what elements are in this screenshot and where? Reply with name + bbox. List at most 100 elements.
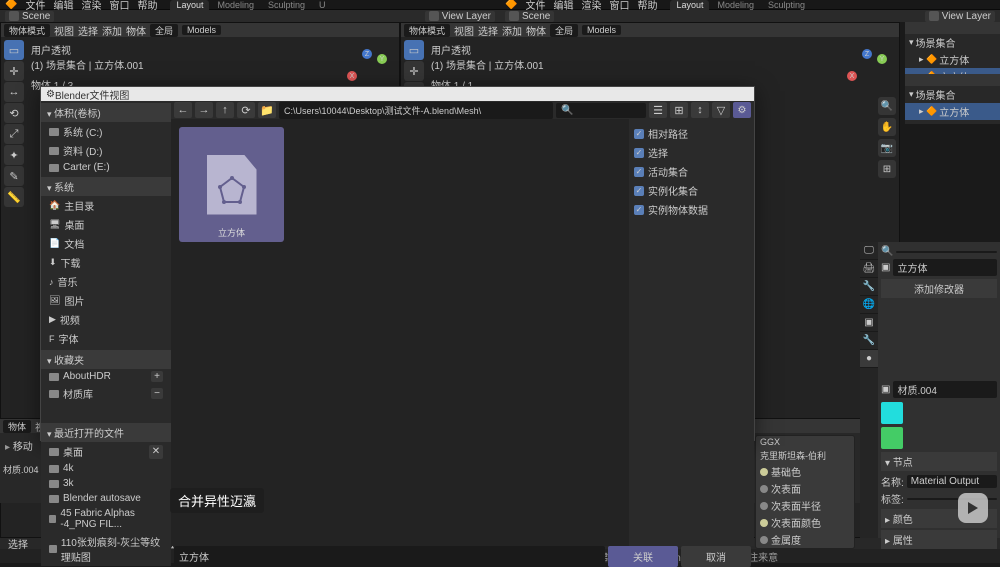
volumes-hd[interactable]: ▾ 体积(卷标) [41,103,171,122]
view-list[interactable]: ☰ [649,102,667,118]
sys-vid[interactable]: ▶ 视频 [41,310,171,329]
settings-btn[interactable]: ⚙ [733,102,751,118]
sys-music[interactable]: ♪ 音乐 [41,272,171,291]
models-dd[interactable]: Models [182,25,221,35]
scene-selector-2[interactable]: Scene [505,11,554,22]
tab-modeling-2[interactable]: Modeling [711,0,760,10]
tool-transform[interactable]: ✦ [4,145,24,165]
new-folder[interactable]: 📁 [258,102,276,118]
view-thumb[interactable]: ⊞ [670,102,688,118]
models-dd-2[interactable]: Models [582,25,621,35]
tool-cursor[interactable]: ✛ [4,61,24,81]
outliner-scene[interactable]: ▾ 场景集合 [905,34,1000,51]
tool-rotate[interactable]: ⟲ [4,103,24,123]
fav-mat[interactable]: 材质库− [41,384,171,403]
prop-tab-render[interactable]: 🖵 [860,242,878,260]
tool-move[interactable]: ↔ [4,82,24,102]
attr-section[interactable]: ▸ 属性 [881,530,997,549]
filter-btn[interactable]: ▽ [712,102,730,118]
recent-2[interactable]: 3k [41,476,171,491]
opt-active[interactable]: ✓ [634,167,644,177]
drive-d[interactable]: 资料 (D:) [41,141,171,160]
grid-icon[interactable]: ⊞ [878,160,896,178]
recent-0[interactable]: 桌面✕ [41,442,171,461]
nav-gizmo[interactable]: X Y Z [347,49,387,89]
tool-select-2[interactable]: ▭ [404,40,424,60]
fav-hd[interactable]: ▾ 收藏夹 [41,350,171,369]
sys-docs[interactable]: 📄 文档 [41,234,171,253]
vp-menu-object-2[interactable]: 物体 [526,23,546,38]
mat-preview-2[interactable] [881,427,903,449]
outliner-item[interactable]: ▸ 🔶 立方体 [905,51,1000,68]
camera-icon[interactable]: 📷 [878,139,896,157]
viewlayer-selector-2[interactable]: View Layer [925,11,995,22]
vp-menu-select[interactable]: 选择 [78,23,98,38]
system-hd[interactable]: ▾ 系统 [41,177,171,196]
sys-desktop[interactable]: 🖥 桌面 [41,215,171,234]
search-field[interactable] [896,251,997,253]
tool-cursor-2[interactable]: ✛ [404,61,424,81]
nav-back[interactable]: ← [174,102,192,118]
recent-hd[interactable]: ▾ 最近打开的文件 [41,423,171,442]
viewlayer-selector[interactable]: View Layer [425,11,495,22]
node-mode[interactable]: 物体 [3,420,31,433]
vp-menu-view-2[interactable]: 视图 [454,23,474,38]
tab-uv[interactable]: U [313,0,332,10]
tab-layout[interactable]: Layout [170,0,209,10]
nodes-section[interactable]: ▾ 节点 [881,452,997,471]
search-field[interactable]: 🔍 [556,103,646,118]
mat-name-field[interactable]: 材质.004 [893,381,997,398]
vp-menu-view[interactable]: 视图 [54,23,74,38]
mat-preview-1[interactable] [881,402,903,424]
orientation[interactable]: 全局 [150,24,178,37]
tab-sculpting[interactable]: Sculpting [262,0,311,10]
prop-tab-output[interactable]: 🖨 [860,260,878,278]
vp-menu-add[interactable]: 添加 [102,23,122,38]
zoom-icon[interactable]: 🔍 [878,97,896,115]
nav-up[interactable]: ↑ [216,102,234,118]
outliner-scene-2[interactable]: ▾ 场景集合 [905,86,1000,103]
opt-inst-coll[interactable]: ✓ [634,186,644,196]
sys-fonts[interactable]: F 字体 [41,329,171,348]
obj-name-field[interactable]: 立方体 [893,259,997,276]
recent-1[interactable]: 4k [41,461,171,476]
opt-inst-obj[interactable]: ✓ [634,205,644,215]
opt-select[interactable]: ✓ [634,148,644,158]
node-name[interactable]: Material Output [907,475,997,488]
nav-fwd[interactable]: → [195,102,213,118]
drive-c[interactable]: 系统 (C:) [41,122,171,141]
video-play-icon[interactable] [958,493,988,523]
sys-dl[interactable]: ⬇ 下载 [41,253,171,272]
prop-tab-object[interactable]: ▣ [860,314,878,332]
mode-select[interactable]: 物体模式 [4,24,50,37]
sys-home[interactable]: 🏠 主目录 [41,196,171,215]
tab-sculpting-2[interactable]: Sculpting [762,0,811,10]
outliner-item-2[interactable]: ▸ 🔶 立方体 [905,103,1000,120]
ggx-dd[interactable]: GGX [756,436,854,448]
vp-menu-add-2[interactable]: 添加 [502,23,522,38]
path-field[interactable]: C:\Users\10044\Desktop\测试文件-A.blend\Mesh… [279,102,553,119]
nav-gizmo-2[interactable]: X Y Z [847,49,887,89]
fresnel-dd[interactable]: 克里斯坦森-伯利 [756,448,854,463]
prop-tab-world[interactable]: 🌐 [860,296,878,314]
tool-scale[interactable]: ⤢ [4,124,24,144]
hand-icon[interactable]: ✋ [878,118,896,136]
tool-measure[interactable]: 📏 [4,187,24,207]
prop-tab-scene[interactable]: 🔧 [860,278,878,296]
sock-subr[interactable]: 次表面半径 [756,497,854,514]
tool-select[interactable]: ▭ [4,40,24,60]
tab-modeling[interactable]: Modeling [211,0,260,10]
fav-sub-btn[interactable]: − [151,388,163,399]
recent-5[interactable]: 110张划痕刻-灰尘等纹理贴图 [41,532,171,566]
mode-select-2[interactable]: 物体模式 [404,24,450,37]
opt-relpath[interactable]: ✓ [634,129,644,139]
recent-4[interactable]: 45 Fabric Alphas -4_PNG FIL... [41,506,171,532]
nav-refresh[interactable]: ⟳ [237,102,255,118]
fav-add-btn[interactable]: + [151,371,163,382]
file-thumb[interactable]: 立方体 [179,127,284,242]
tab-layout-2[interactable]: Layout [670,0,709,10]
add-modifier-btn[interactable]: 添加修改器 [881,279,997,298]
prop-tab-material[interactable]: ● [860,350,878,368]
vp-menu-select-2[interactable]: 选择 [478,23,498,38]
prop-tab-modifier[interactable]: 🔧 [860,332,878,350]
